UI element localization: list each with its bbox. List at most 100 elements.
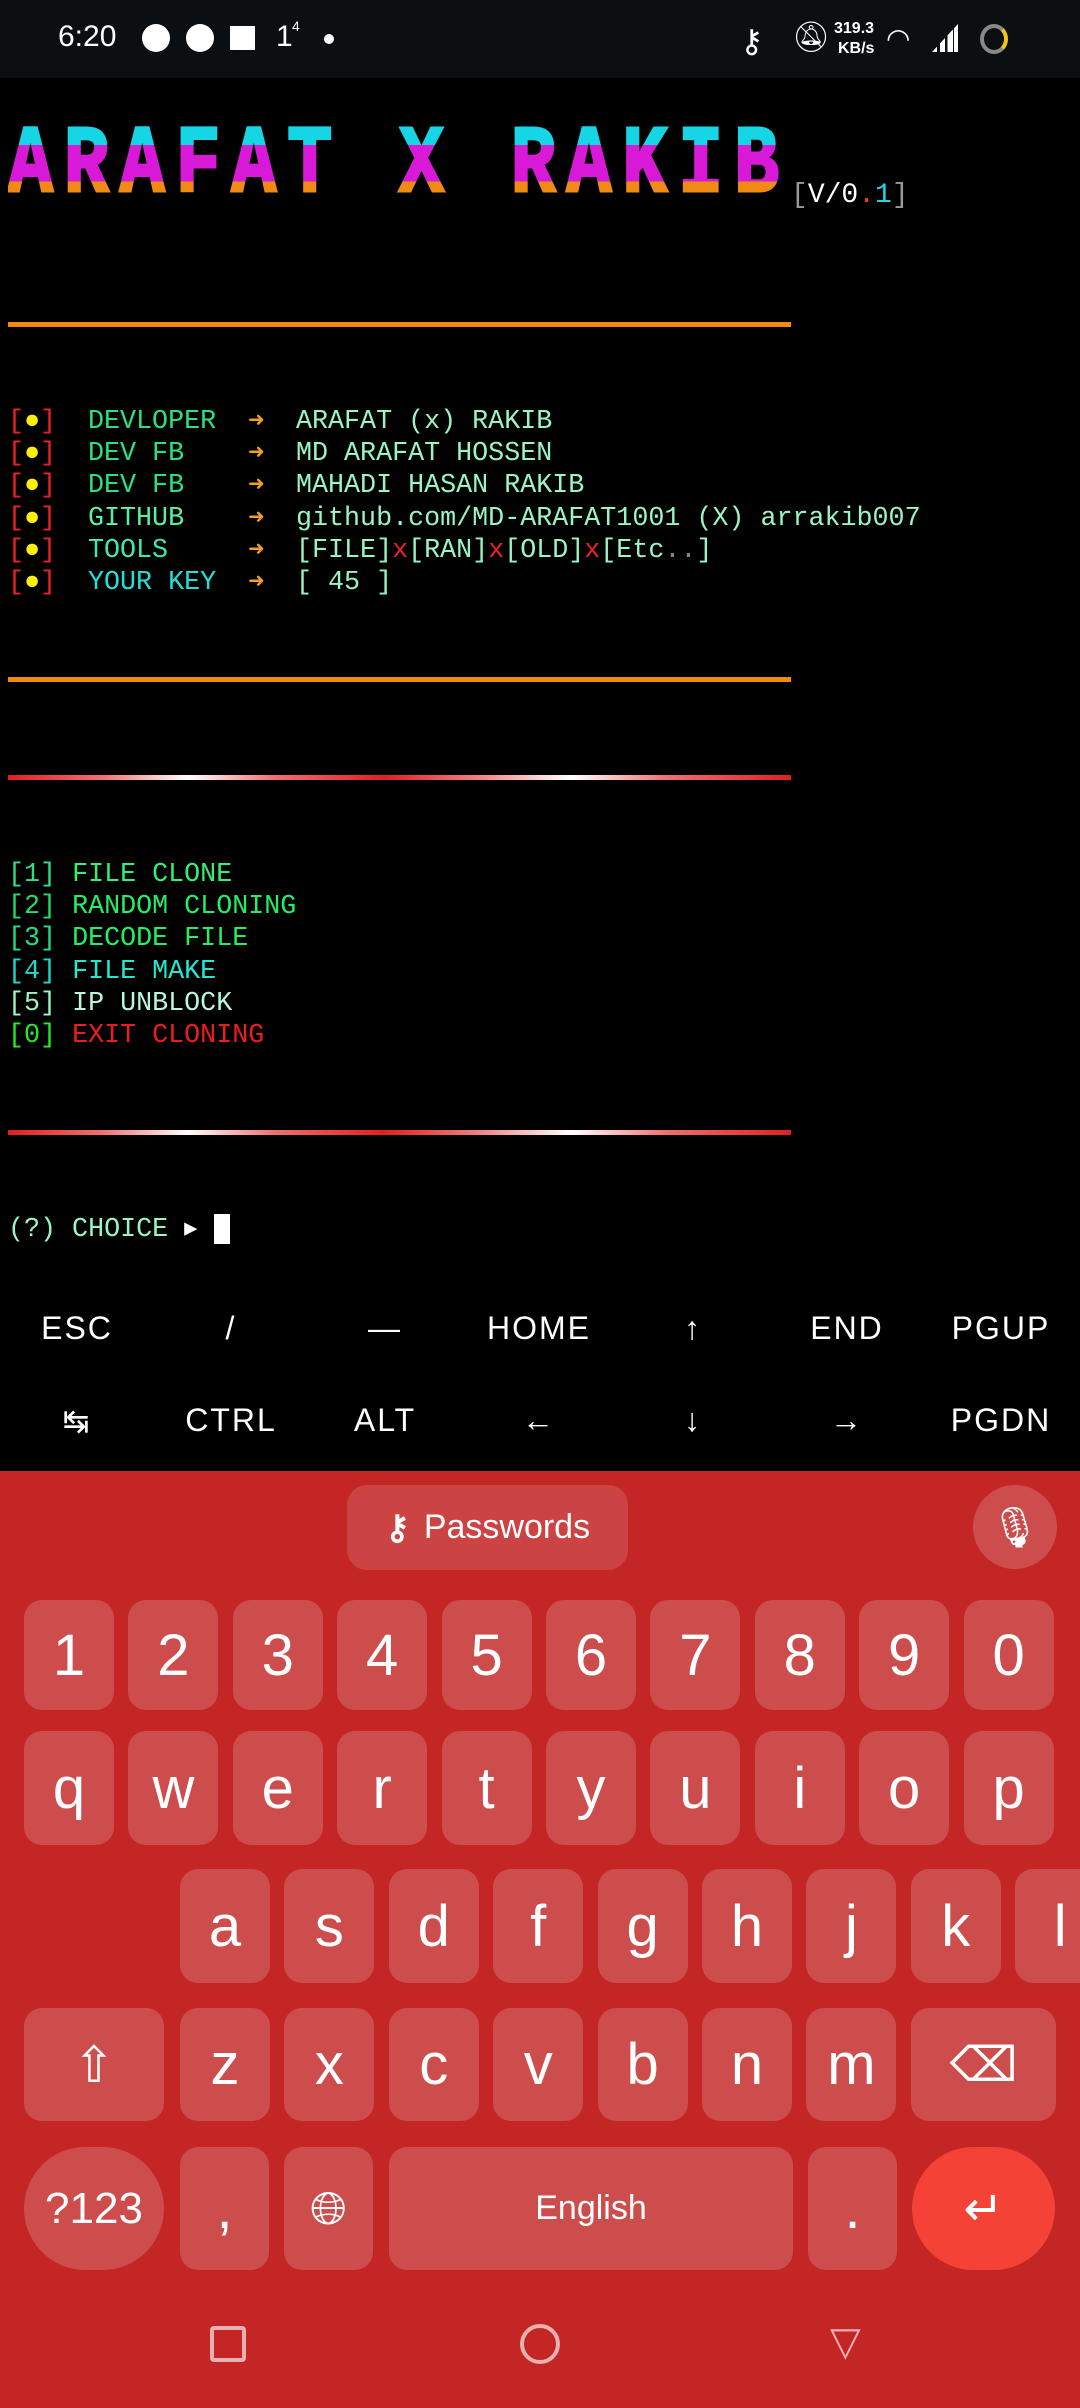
key-i[interactable]: i [754,1731,845,1845]
key-x[interactable]: x [284,2008,375,2121]
bullet-icon: [●] [8,439,57,470]
key-9[interactable]: 9 [859,1600,950,1710]
symbols-key[interactable]: ?123 [24,2147,164,2270]
banner-title: ARAFAT X RAKIB [7,111,790,220]
bullet-icon: [●] [8,568,57,599]
shift-key[interactable]: ⇧ [24,2008,164,2121]
menu-option[interactable]: [2] RANDOM CLONING [8,891,296,923]
info-label: DEV FB [88,439,185,470]
key-7[interactable]: 7 [650,1600,741,1710]
extra-key-←[interactable]: ← [462,1402,616,1439]
period-key[interactable]: . [808,2147,897,2270]
extra-key-pgup[interactable]: PGUP [924,1310,1078,1347]
keyboard: ⚷ Passwords 🎙︎ 1234567890 qwertyuiop asdfgh… [0,1471,1080,2408]
key-5[interactable]: 5 [441,1600,532,1710]
info-row: [●] DEVLOPER ➜ ARAFAT (x) RAKIB [8,406,552,438]
key-v[interactable]: v [493,2008,584,2121]
info-label: DEV FB [88,471,185,502]
nav-recents-button[interactable] [210,2326,246,2362]
key-0[interactable]: 0 [963,1600,1054,1710]
key-l[interactable]: l [1015,1869,1080,1983]
key-w[interactable]: w [128,1731,219,1845]
key-g[interactable]: g [597,1869,688,1983]
extra-key-end[interactable]: END [770,1310,924,1347]
net-unit: KB/s [838,40,875,57]
arrow-icon: ➜ [248,442,265,466]
microphone-icon: 🎙︎ [989,1505,1041,1550]
extra-key-→[interactable]: → [770,1402,924,1439]
menu-number: [2] [8,891,57,922]
menu-option[interactable]: [0] EXIT CLONING [8,1020,296,1052]
key-8[interactable]: 8 [754,1600,845,1710]
key-r[interactable]: r [337,1731,428,1845]
key-6[interactable]: 6 [546,1600,636,1710]
menu-option[interactable]: [4] FILE MAKE [8,956,296,988]
extra-key-↹[interactable]: ↹ [0,1402,154,1440]
nav-back-button[interactable]: ▽ [830,2319,861,2365]
info-value: ARAFAT (x) RAKIB [296,406,553,437]
choice-prompt[interactable]: (?) CHOICE ▸ [8,1214,296,1246]
bullet-icon: [●] [8,471,57,502]
key-d[interactable]: d [388,1869,479,1983]
menu-option[interactable]: [1] FILE CLONE [8,859,296,891]
key-3[interactable]: 3 [232,1600,323,1710]
extra-key-↓[interactable]: ↓ [616,1402,770,1439]
version-label: [V/0.1] [791,180,909,211]
divider-red [8,1130,791,1136]
key-o[interactable]: o [859,1731,950,1845]
extra-key-ctrl[interactable]: CTRL [154,1402,308,1439]
extra-key-/[interactable]: / [154,1310,308,1347]
key-e[interactable]: e [232,1731,323,1845]
key-4[interactable]: 4 [337,1600,428,1710]
info-row: [●] DEV FB ➜ MD ARAFAT HOSSEN [8,438,552,470]
key-1[interactable]: 1 [24,1600,114,1710]
extra-key-home[interactable]: HOME [462,1310,616,1347]
key-z[interactable]: z [180,2008,270,2121]
menu-number: [5] [8,988,57,1019]
extra-key-—[interactable]: — [308,1310,462,1347]
bell-off-icon: 🔕︎ [792,21,831,54]
key-a[interactable]: a [180,1869,270,1983]
extra-key-pgdn[interactable]: PGDN [924,1402,1078,1439]
menu-label: EXIT CLONING [72,1021,265,1052]
key-f[interactable]: f [493,1869,584,1983]
microphone-button[interactable]: 🎙︎ [973,1485,1057,1569]
wifi-icon: ◠ [886,23,911,54]
key-n[interactable]: n [702,2008,792,2121]
enter-key[interactable]: ↵ [912,2147,1055,2270]
notification-count: 1 [276,20,293,53]
nav-home-button[interactable] [520,2324,560,2364]
menu-option[interactable]: [3] DECODE FILE [8,923,296,955]
key-b[interactable]: b [597,2008,688,2121]
comma-key[interactable]: , [180,2147,269,2270]
key-u[interactable]: u [650,1731,741,1845]
key-k[interactable]: k [910,1869,1001,1983]
bullet-icon: [●] [8,503,57,534]
info-value: github.com/MD-ARAFAT1001 (X) arrakib007 [296,503,921,534]
backspace-key[interactable]: ⌫ [911,2008,1056,2121]
key-2[interactable]: 2 [128,1600,219,1710]
space-key[interactable]: English [389,2147,793,2270]
extra-key-↑[interactable]: ↑ [616,1310,770,1347]
key-t[interactable]: t [441,1731,532,1845]
passwords-suggestion[interactable]: ⚷ Passwords [347,1485,628,1570]
info-row: [●] TOOLS ➜ [FILE]x[RAN]x[OLD]x[Etc..] [8,536,713,567]
key-p[interactable]: p [963,1731,1054,1845]
key-j[interactable]: j [806,1869,897,1983]
key-q[interactable]: q [24,1731,114,1845]
suggestion-label: Passwords [423,1508,591,1546]
key-h[interactable]: h [702,1869,792,1983]
globe-icon: 🌐︎ [310,2181,347,2234]
language-key[interactable]: 🌐︎ [284,2147,373,2270]
extra-key-alt[interactable]: ALT [308,1402,462,1439]
net-speed: 319.3 [834,20,875,37]
key-m[interactable]: m [806,2008,897,2121]
vpn-key-icon: ⚷ [740,23,764,59]
menu-option[interactable]: [5] IP UNBLOCK [8,988,296,1020]
key-s[interactable]: s [284,1869,375,1983]
key-y[interactable]: y [546,1731,636,1845]
menu-label: RANDOM CLONING [72,891,297,922]
key-c[interactable]: c [388,2008,479,2121]
extra-key-esc[interactable]: ESC [0,1310,154,1347]
menu-number: [3] [8,924,57,955]
